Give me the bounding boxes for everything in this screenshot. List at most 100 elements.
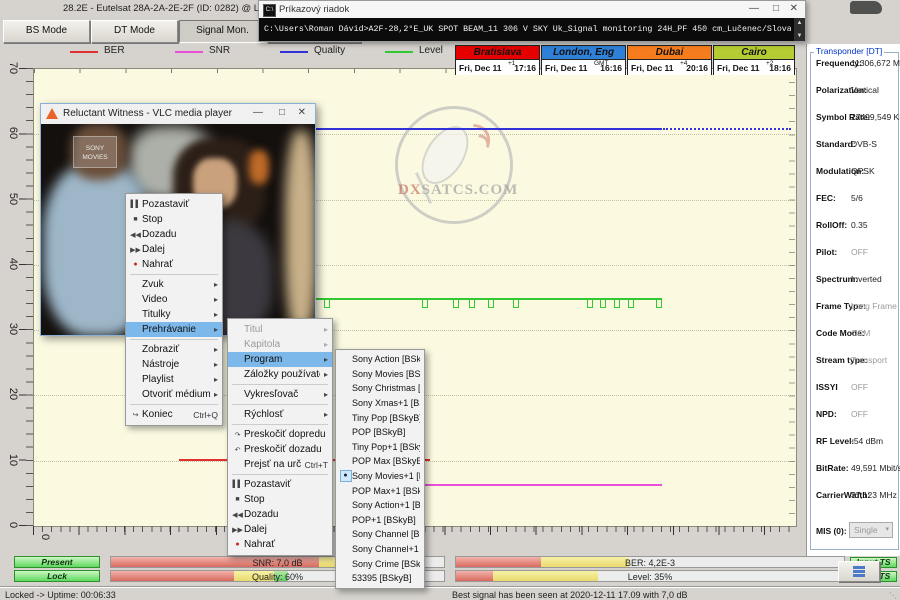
clock-city: Cairo xyxy=(714,46,794,60)
cmd-minimize-button[interactable]: — xyxy=(749,3,759,14)
lock-indicator-button[interactable]: Lock xyxy=(14,570,100,582)
menu-item-prehr-vanie[interactable]: Prehrávanie▸ xyxy=(126,322,222,337)
menu-shortcut: Ctrl+T xyxy=(305,460,328,470)
field-label-issyi: ISSYI xyxy=(816,382,838,392)
cmd-maximize-button[interactable]: □ xyxy=(773,3,779,14)
status-best-signal: Best signal has been seen at 2020-12-11 … xyxy=(452,590,688,600)
program-item-sony-channel-bskyb-[interactable]: Sony Channel [BSkyB] xyxy=(336,527,424,542)
menu-item-label: Preskočiť dozadu xyxy=(244,444,328,455)
menu-item-pozastavi-[interactable]: ▌▌Pozastaviť xyxy=(126,197,222,212)
series-line-level xyxy=(316,298,662,300)
stream-list-icon xyxy=(853,566,865,569)
program-item-53395-bskyb-[interactable]: 53395 [BSkyB] xyxy=(336,571,424,586)
program-item-label: Sony Action [BSkyB] xyxy=(352,354,420,364)
clock-date: Fri, Dec 11 xyxy=(717,63,760,73)
menu-item-otvori-m-dium[interactable]: Otvoriť médium▸ xyxy=(126,387,222,402)
menu-item-kapitola[interactable]: Kapitola▸ xyxy=(228,337,332,352)
menu-item--alej[interactable]: ▶▶Ďalej xyxy=(126,242,222,257)
program-item-sony-action-bskyb-[interactable]: Sony Action [BSkyB] xyxy=(336,352,424,367)
submenu-arrow-icon: ▸ xyxy=(324,390,328,399)
submenu-arrow-icon: ▸ xyxy=(214,295,218,304)
menu-item-presko-i-dopredu[interactable]: ↷Preskočiť dopredu xyxy=(228,427,332,442)
toolbar-button-bs-mode[interactable]: BS Mode xyxy=(3,20,90,43)
resize-grip[interactable]: ⋱ xyxy=(889,591,897,600)
vlc-minimize-button[interactable]: — xyxy=(253,107,263,118)
program-item-tiny-pop-1-bskyb-[interactable]: Tiny Pop+1 [BSkyB] xyxy=(336,440,424,455)
cmd-close-button[interactable]: ✕ xyxy=(790,3,798,14)
cmd-scrollbar[interactable]: ▲ ▼ xyxy=(794,18,805,41)
menu-item-pozastavi-[interactable]: ▌▌Pozastaviť xyxy=(228,477,332,492)
vlc-context-menu: ▌▌Pozastaviť■Stop◀◀Dozadu▶▶Ďalej●Nahrať Z… xyxy=(125,193,223,426)
program-item-sony-action-1-bskyb-[interactable]: Sony Action+1 [BSkyB] xyxy=(336,498,424,513)
vlc-maximize-button[interactable]: □ xyxy=(279,107,285,118)
menu-item-presko-i-dozadu[interactable]: ↶Preskočiť dozadu xyxy=(228,442,332,457)
menu-item-zobrazi-[interactable]: Zobraziť▸ xyxy=(126,342,222,357)
scroll-down-icon[interactable]: ▼ xyxy=(794,31,805,41)
stream-list-button[interactable] xyxy=(838,561,880,582)
menu-item-vykres-ova-[interactable]: Vykresľovač ▸ xyxy=(228,387,332,402)
vlc-close-button[interactable]: ✕ xyxy=(298,107,306,118)
menu-item-stop[interactable]: ■Stop xyxy=(126,212,222,227)
program-item-pop-1-bskyb-[interactable]: POP+1 [BSkyB] xyxy=(336,513,424,528)
clock-date: Fri, Dec 11 xyxy=(545,63,588,73)
menu-item-label: Playlist xyxy=(142,374,210,385)
menu-item-label: Rýchlosť xyxy=(244,409,320,420)
present-indicator-button[interactable]: Present xyxy=(14,556,100,568)
menu-separator xyxy=(130,404,218,405)
program-item-label: POP+1 [BSkyB] xyxy=(352,515,420,525)
menu-item-stop[interactable]: ■Stop xyxy=(228,492,332,507)
program-item-tiny-pop-bskyb-[interactable]: Tiny Pop [BSkyB] xyxy=(336,410,424,425)
program-item-sony-xmas-1-bskyb-[interactable]: Sony Xmas+1 [BSkyB] xyxy=(336,396,424,411)
submenu-arrow-icon: ▸ xyxy=(214,280,218,289)
menu-item-video[interactable]: Video▸ xyxy=(126,292,222,307)
command-prompt-window[interactable]: C:\ Príkazový riadok — □ ✕ C:\Users\Roma… xyxy=(258,0,806,42)
app-window: 28.2E - Eutelsat 28A-2A-2E-2F (ID: 0282)… xyxy=(0,0,900,600)
clock-date-row: Fri, Dec 11+117:16 xyxy=(456,60,539,75)
clock-time: 16:16 xyxy=(600,63,622,73)
menu-separator xyxy=(232,474,328,475)
menu-item-dozadu[interactable]: ◀◀Dozadu xyxy=(228,507,332,522)
menu-item-koniec[interactable]: ↪KoniecCtrl+Q xyxy=(126,407,222,422)
menu-separator xyxy=(232,404,328,405)
program-item-sony-crime-bskyb-[interactable]: Sony Crime [BSkyB] xyxy=(336,556,424,571)
vlc-title: Reluctant Witness - VLC media player xyxy=(63,108,232,119)
skip-forward-icon: ↷ xyxy=(231,431,244,439)
right-ticks xyxy=(789,69,795,525)
toolbar-button-dt-mode[interactable]: DT Mode xyxy=(91,20,178,43)
menu-item-dozadu[interactable]: ◀◀Dozadu xyxy=(126,227,222,242)
program-item-pop-max-bskyb-[interactable]: POP Max [BSkyB] xyxy=(336,454,424,469)
menu-item-label: Dozadu xyxy=(142,229,218,240)
menu-item-zvuk[interactable]: Zvuk▸ xyxy=(126,277,222,292)
program-item-label: Sony Crime [BSkyB] xyxy=(352,559,420,569)
toolbar-button-signal-mon-[interactable]: Signal Mon. xyxy=(179,20,266,43)
program-item-pop-max-1-bskyb-[interactable]: POP Max+1 [BSkyB] xyxy=(336,483,424,498)
series-line-quality xyxy=(316,128,662,130)
menu-item-nahra-[interactable]: ●Nahrať xyxy=(126,257,222,272)
menu-item-playlist[interactable]: Playlist▸ xyxy=(126,372,222,387)
menu-item--alej[interactable]: ▶▶Ďalej xyxy=(228,522,332,537)
scroll-up-icon[interactable]: ▲ xyxy=(794,18,805,28)
program-item-sony-movies-bskyb-[interactable]: Sony Movies [BSkyB] xyxy=(336,367,424,382)
menu-item-nahra-[interactable]: ●Nahrať xyxy=(228,537,332,552)
program-item-sony-channel-1-bskyb-[interactable]: Sony Channel+1 [BSkyB] xyxy=(336,542,424,557)
program-item-pop-bskyb-[interactable]: POP [BSkyB] xyxy=(336,425,424,440)
menu-item-program[interactable]: Program▸ xyxy=(228,352,332,367)
field-value-frame-type-: Long Frame xyxy=(851,301,897,311)
cmd-icon: C:\ xyxy=(263,4,276,17)
menu-item-r-chlos-[interactable]: Rýchlosť▸ xyxy=(228,407,332,422)
program-item-label: Sony Movies+1 [BSkyB] xyxy=(352,471,420,481)
mis-dropdown[interactable]: Single▾ xyxy=(849,522,893,538)
dxsatcs-watermark-logo xyxy=(395,106,513,224)
menu-item-prejs-na-ur-en-as[interactable]: Prejsť na určený časCtrl+T xyxy=(228,457,332,472)
legend-level-label: Level xyxy=(419,45,443,56)
level-dip xyxy=(488,307,494,308)
menu-item-titulky[interactable]: Titulky▸ xyxy=(126,307,222,322)
menu-item-titul[interactable]: Titul▸ xyxy=(228,322,332,337)
menu-item-n-stroje[interactable]: Nástroje▸ xyxy=(126,357,222,372)
program-item-label: POP [BSkyB] xyxy=(352,427,420,437)
program-item-sony-christmas-bskyb-[interactable]: Sony Christmas [BSkyB] xyxy=(336,381,424,396)
menu-item-z-lo-ky-pou-vate-a[interactable]: Záložky používateľa▸ xyxy=(228,367,332,382)
menu-item-label: Vykresľovač xyxy=(244,389,320,400)
program-item-sony-movies-1-bskyb-[interactable]: ●Sony Movies+1 [BSkyB] xyxy=(336,469,424,484)
vlc-cone-icon xyxy=(46,108,58,119)
